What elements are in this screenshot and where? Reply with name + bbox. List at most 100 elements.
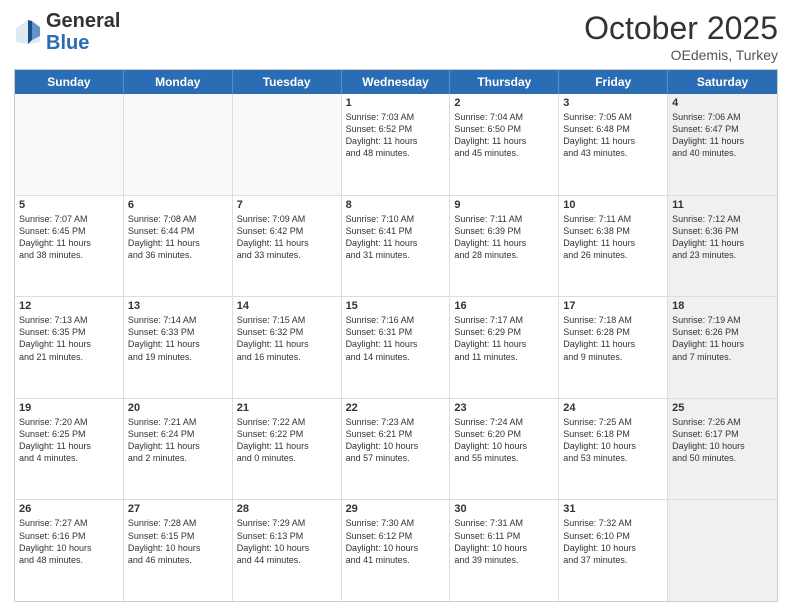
cell-daylight-info: Sunrise: 7:12 AM Sunset: 6:36 PM Dayligh…: [672, 213, 773, 262]
day-number: 19: [19, 402, 119, 414]
cell-daylight-info: Sunrise: 7:19 AM Sunset: 6:26 PM Dayligh…: [672, 314, 773, 363]
calendar-cell: 8 Sunrise: 7:10 AM Sunset: 6:41 PM Daylig…: [342, 196, 451, 297]
day-number: 25: [672, 402, 773, 414]
calendar-cell: 1 Sunrise: 7:03 AM Sunset: 6:52 PM Daylig…: [342, 94, 451, 195]
calendar-cell: 18 Sunrise: 7:19 AM Sunset: 6:26 PM Dayli…: [668, 297, 777, 398]
weekday-header: Tuesday: [233, 70, 342, 94]
day-number: 31: [563, 503, 663, 515]
day-number: 17: [563, 300, 663, 312]
calendar-cell: 17 Sunrise: 7:18 AM Sunset: 6:28 PM Dayli…: [559, 297, 668, 398]
cell-daylight-info: Sunrise: 7:32 AM Sunset: 6:10 PM Dayligh…: [563, 517, 663, 566]
cell-daylight-info: Sunrise: 7:11 AM Sunset: 6:39 PM Dayligh…: [454, 213, 554, 262]
calendar-body: 1 Sunrise: 7:03 AM Sunset: 6:52 PM Daylig…: [15, 94, 777, 601]
day-number: 5: [19, 199, 119, 211]
weekday-header: Thursday: [450, 70, 559, 94]
day-number: 11: [672, 199, 773, 211]
day-number: 4: [672, 97, 773, 109]
calendar-cell: 31 Sunrise: 7:32 AM Sunset: 6:10 PM Dayli…: [559, 500, 668, 601]
cell-daylight-info: Sunrise: 7:16 AM Sunset: 6:31 PM Dayligh…: [346, 314, 446, 363]
day-number: 23: [454, 402, 554, 414]
calendar-header: SundayMondayTuesdayWednesdayThursdayFrid…: [15, 70, 777, 94]
day-number: 29: [346, 503, 446, 515]
calendar-cell: 10 Sunrise: 7:11 AM Sunset: 6:38 PM Dayli…: [559, 196, 668, 297]
cell-daylight-info: Sunrise: 7:04 AM Sunset: 6:50 PM Dayligh…: [454, 111, 554, 160]
calendar-cell: [15, 94, 124, 195]
calendar-cell: [124, 94, 233, 195]
calendar-cell: 3 Sunrise: 7:05 AM Sunset: 6:48 PM Daylig…: [559, 94, 668, 195]
cell-daylight-info: Sunrise: 7:17 AM Sunset: 6:29 PM Dayligh…: [454, 314, 554, 363]
calendar-cell: 4Sunrise: 7:06 AM Sunset: 6:47 PM Daylig…: [668, 94, 777, 195]
calendar-row: 1 Sunrise: 7:03 AM Sunset: 6:52 PM Daylig…: [15, 94, 777, 196]
calendar-cell: 27 Sunrise: 7:28 AM Sunset: 6:15 PM Dayli…: [124, 500, 233, 601]
day-number: 13: [128, 300, 228, 312]
day-number: 8: [346, 199, 446, 211]
day-number: 14: [237, 300, 337, 312]
calendar-cell: 7Sunrise: 7:09 AM Sunset: 6:42 PM Daylig…: [233, 196, 342, 297]
calendar-cell: 16 Sunrise: 7:17 AM Sunset: 6:29 PM Dayli…: [450, 297, 559, 398]
cell-daylight-info: Sunrise: 7:13 AM Sunset: 6:35 PM Dayligh…: [19, 314, 119, 363]
day-number: 28: [237, 503, 337, 515]
cell-daylight-info: Sunrise: 7:30 AM Sunset: 6:12 PM Dayligh…: [346, 517, 446, 566]
cell-daylight-info: Sunrise: 7:15 AM Sunset: 6:32 PM Dayligh…: [237, 314, 337, 363]
calendar-cell: 19Sunrise: 7:20 AM Sunset: 6:25 PM Dayli…: [15, 399, 124, 500]
calendar-cell: 29 Sunrise: 7:30 AM Sunset: 6:12 PM Dayli…: [342, 500, 451, 601]
cell-daylight-info: Sunrise: 7:08 AM Sunset: 6:44 PM Dayligh…: [128, 213, 228, 262]
logo-general: General: [46, 10, 120, 32]
calendar-cell: 24Sunrise: 7:25 AM Sunset: 6:18 PM Dayli…: [559, 399, 668, 500]
logo-icon: [14, 18, 42, 46]
cell-daylight-info: Sunrise: 7:26 AM Sunset: 6:17 PM Dayligh…: [672, 416, 773, 465]
calendar-cell: 23 Sunrise: 7:24 AM Sunset: 6:20 PM Dayli…: [450, 399, 559, 500]
cell-daylight-info: Sunrise: 7:28 AM Sunset: 6:15 PM Dayligh…: [128, 517, 228, 566]
cell-daylight-info: Sunrise: 7:11 AM Sunset: 6:38 PM Dayligh…: [563, 213, 663, 262]
cell-daylight-info: Sunrise: 7:18 AM Sunset: 6:28 PM Dayligh…: [563, 314, 663, 363]
title-area: October 2025 OEdemis, Turkey: [584, 10, 778, 63]
calendar-cell: 21 Sunrise: 7:22 AM Sunset: 6:22 PM Dayli…: [233, 399, 342, 500]
weekday-header: Wednesday: [342, 70, 451, 94]
calendar-cell: [668, 500, 777, 601]
day-number: 18: [672, 300, 773, 312]
cell-daylight-info: Sunrise: 7:24 AM Sunset: 6:20 PM Dayligh…: [454, 416, 554, 465]
calendar-cell: 15 Sunrise: 7:16 AM Sunset: 6:31 PM Dayli…: [342, 297, 451, 398]
calendar-cell: 14 Sunrise: 7:15 AM Sunset: 6:32 PM Dayli…: [233, 297, 342, 398]
day-number: 2: [454, 97, 554, 109]
day-number: 12: [19, 300, 119, 312]
calendar-row: 12 Sunrise: 7:13 AM Sunset: 6:35 PM Dayli…: [15, 297, 777, 399]
day-number: 22: [346, 402, 446, 414]
day-number: 10: [563, 199, 663, 211]
day-number: 16: [454, 300, 554, 312]
calendar-cell: 28 Sunrise: 7:29 AM Sunset: 6:13 PM Dayli…: [233, 500, 342, 601]
calendar-cell: 12 Sunrise: 7:13 AM Sunset: 6:35 PM Dayli…: [15, 297, 124, 398]
logo-text: General Blue: [46, 10, 120, 54]
cell-daylight-info: Sunrise: 7:22 AM Sunset: 6:22 PM Dayligh…: [237, 416, 337, 465]
header: General Blue October 2025 OEdemis, Turke…: [14, 10, 778, 63]
calendar-cell: 6Sunrise: 7:08 AM Sunset: 6:44 PM Daylig…: [124, 196, 233, 297]
weekday-header: Saturday: [668, 70, 777, 94]
calendar: SundayMondayTuesdayWednesdayThursdayFrid…: [14, 69, 778, 602]
calendar-row: 26Sunrise: 7:27 AM Sunset: 6:16 PM Dayli…: [15, 500, 777, 601]
location-subtitle: OEdemis, Turkey: [584, 47, 778, 63]
day-number: 20: [128, 402, 228, 414]
day-number: 21: [237, 402, 337, 414]
cell-daylight-info: Sunrise: 7:03 AM Sunset: 6:52 PM Dayligh…: [346, 111, 446, 160]
calendar-cell: 25 Sunrise: 7:26 AM Sunset: 6:17 PM Dayli…: [668, 399, 777, 500]
day-number: 3: [563, 97, 663, 109]
weekday-header: Sunday: [15, 70, 124, 94]
calendar-cell: 9Sunrise: 7:11 AM Sunset: 6:39 PM Daylig…: [450, 196, 559, 297]
cell-daylight-info: Sunrise: 7:25 AM Sunset: 6:18 PM Dayligh…: [563, 416, 663, 465]
calendar-cell: 22 Sunrise: 7:23 AM Sunset: 6:21 PM Dayli…: [342, 399, 451, 500]
calendar-row: 19Sunrise: 7:20 AM Sunset: 6:25 PM Dayli…: [15, 399, 777, 501]
cell-daylight-info: Sunrise: 7:29 AM Sunset: 6:13 PM Dayligh…: [237, 517, 337, 566]
day-number: 27: [128, 503, 228, 515]
calendar-cell: [233, 94, 342, 195]
day-number: 7: [237, 199, 337, 211]
cell-daylight-info: Sunrise: 7:14 AM Sunset: 6:33 PM Dayligh…: [128, 314, 228, 363]
calendar-cell: 26Sunrise: 7:27 AM Sunset: 6:16 PM Dayli…: [15, 500, 124, 601]
cell-daylight-info: Sunrise: 7:10 AM Sunset: 6:41 PM Dayligh…: [346, 213, 446, 262]
day-number: 15: [346, 300, 446, 312]
cell-daylight-info: Sunrise: 7:27 AM Sunset: 6:16 PM Dayligh…: [19, 517, 119, 566]
cell-daylight-info: Sunrise: 7:23 AM Sunset: 6:21 PM Dayligh…: [346, 416, 446, 465]
month-title: October 2025: [584, 10, 778, 47]
cell-daylight-info: Sunrise: 7:05 AM Sunset: 6:48 PM Dayligh…: [563, 111, 663, 160]
calendar-cell: 13 Sunrise: 7:14 AM Sunset: 6:33 PM Dayli…: [124, 297, 233, 398]
day-number: 1: [346, 97, 446, 109]
